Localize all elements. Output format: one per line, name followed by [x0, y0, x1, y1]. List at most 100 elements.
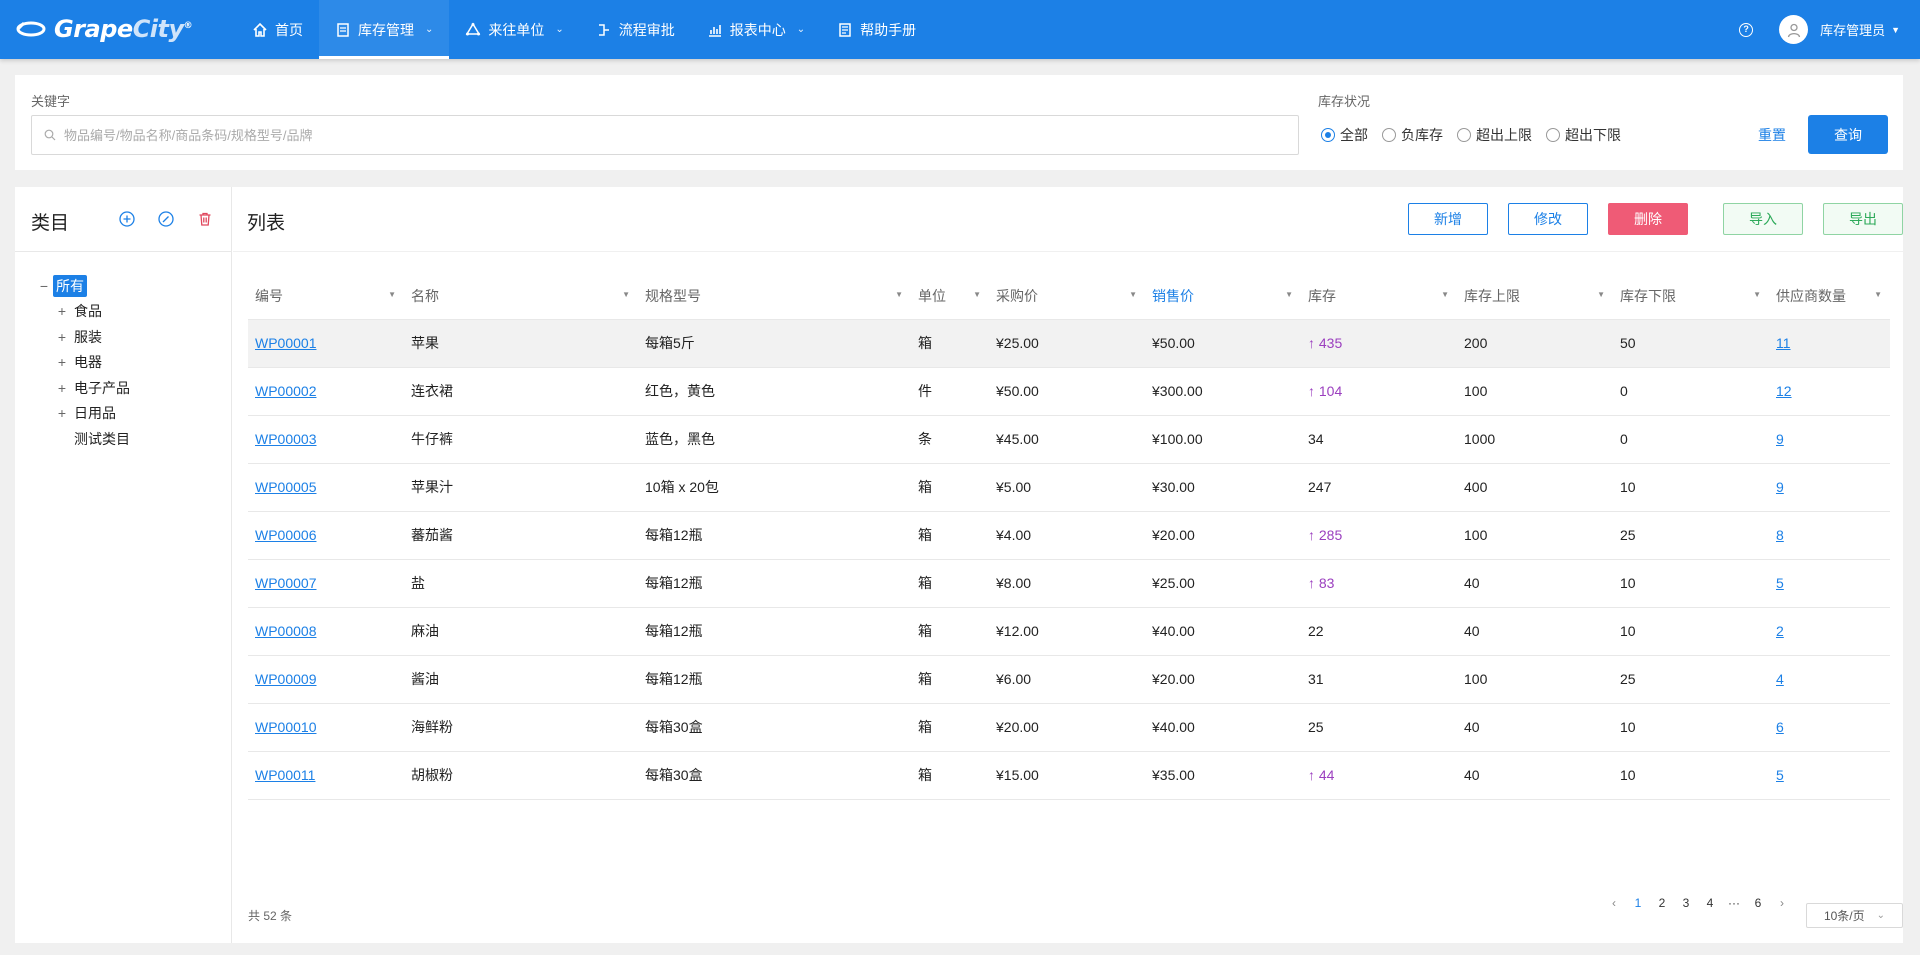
supplier-count-link[interactable]: 9: [1776, 479, 1784, 495]
page-size-select[interactable]: 10条/页 ⌄: [1806, 903, 1903, 928]
table-row[interactable]: WP00006 蕃茄酱 每箱12瓶 箱 ¥4.00 ¥20.00 ↑ 285 100 25 8: [248, 511, 1890, 560]
expand-icon[interactable]: +: [53, 380, 71, 396]
user-menu[interactable]: 库存管理员 ▼: [1820, 20, 1900, 39]
sort-caret-icon[interactable]: ▼: [1285, 290, 1293, 299]
item-code-link[interactable]: WP00010: [255, 719, 316, 735]
expand-icon[interactable]: +: [53, 405, 71, 421]
column-header[interactable]: 名称 ▼: [404, 273, 638, 320]
page-number[interactable]: 4: [1698, 896, 1722, 910]
item-code-link[interactable]: WP00002: [255, 383, 316, 399]
add-category-button[interactable]: [117, 209, 137, 229]
avatar[interactable]: [1779, 15, 1809, 44]
item-code-link[interactable]: WP00003: [255, 431, 316, 447]
tree-node-label[interactable]: 服装: [71, 326, 105, 348]
column-header[interactable]: 编号 ▼: [248, 273, 404, 320]
query-button[interactable]: 查询: [1808, 115, 1888, 154]
tree-node-label[interactable]: 食品: [71, 300, 105, 322]
sort-caret-icon[interactable]: ▼: [895, 290, 903, 299]
tree-node-label[interactable]: 日用品: [71, 402, 119, 424]
table-row[interactable]: WP00011 胡椒粉 每箱30盒 箱 ¥15.00 ¥35.00 ↑ 44 40 10 5: [248, 751, 1890, 800]
radio-negative-stock[interactable]: 负库存: [1382, 125, 1443, 145]
nav-report[interactable]: 报表中心 ⌄: [691, 0, 821, 59]
delete-category-button[interactable]: [195, 209, 215, 229]
supplier-count-link[interactable]: 12: [1776, 383, 1792, 399]
export-button[interactable]: 导出: [1823, 203, 1903, 235]
column-header[interactable]: 供应商数量 ▼: [1769, 273, 1890, 320]
expand-icon[interactable]: +: [53, 354, 71, 370]
column-header[interactable]: 库存下限 ▼: [1613, 273, 1769, 320]
sort-caret-icon[interactable]: ▼: [622, 290, 630, 299]
radio-under-min[interactable]: 超出下限: [1546, 125, 1621, 145]
table-row[interactable]: WP00003 牛仔裤 蓝色，黑色 条 ¥45.00 ¥100.00 34 1000 0 9: [248, 415, 1890, 464]
collapse-icon[interactable]: −: [35, 278, 53, 294]
table-row[interactable]: WP00010 海鲜粉 每箱30盒 箱 ¥20.00 ¥40.00 25 40 10 6: [248, 703, 1890, 752]
search-input[interactable]: [64, 127, 1298, 143]
page-ellipsis[interactable]: ···: [1722, 896, 1746, 910]
sort-caret-icon[interactable]: ▼: [1874, 290, 1882, 299]
column-header[interactable]: 单位 ▼: [911, 273, 989, 320]
tree-node-label[interactable]: 测试类目: [71, 428, 133, 450]
tree-node-label[interactable]: 电器: [71, 351, 105, 373]
item-code-link[interactable]: WP00006: [255, 527, 316, 543]
table-row[interactable]: WP00007 盐 每箱12瓶 箱 ¥8.00 ¥25.00 ↑ 83 40 10 5: [248, 559, 1890, 608]
help-icon[interactable]: ?: [1739, 22, 1754, 37]
radio-all[interactable]: 全部: [1321, 125, 1368, 145]
nav-inventory[interactable]: 库存管理 ⌄: [319, 0, 450, 59]
supplier-count-link[interactable]: 4: [1776, 671, 1784, 687]
reset-button[interactable]: 重置: [1758, 125, 1786, 145]
column-header[interactable]: 规格型号 ▼: [638, 273, 911, 320]
edit-button[interactable]: 修改: [1508, 203, 1588, 235]
supplier-count-link[interactable]: 5: [1776, 575, 1784, 591]
tree-node-label[interactable]: 电子产品: [71, 377, 133, 399]
next-page-icon[interactable]: ›: [1770, 896, 1794, 910]
sort-caret-icon[interactable]: ▼: [1753, 290, 1761, 299]
expand-icon[interactable]: +: [53, 303, 71, 319]
table-row[interactable]: WP00009 酱油 每箱12瓶 箱 ¥6.00 ¥20.00 31 100 25 4: [248, 655, 1890, 704]
column-header-label: 销售价: [1152, 287, 1194, 304]
page-number[interactable]: 2: [1650, 896, 1674, 910]
item-code-link[interactable]: WP00011: [255, 767, 315, 783]
item-code-link[interactable]: WP00007: [255, 575, 316, 591]
item-code-link[interactable]: WP00008: [255, 623, 316, 639]
expand-icon[interactable]: +: [53, 329, 71, 345]
nav-manual[interactable]: 帮助手册: [821, 0, 932, 59]
tree-node-label[interactable]: 所有: [53, 274, 87, 297]
column-header[interactable]: 销售价 ▼: [1145, 273, 1301, 320]
grapecity-logo[interactable]: GrapeCity®: [16, 15, 193, 43]
add-button[interactable]: 新增: [1408, 203, 1488, 235]
supplier-count-link[interactable]: 9: [1776, 431, 1784, 447]
import-button[interactable]: 导入: [1723, 203, 1803, 235]
nav-home[interactable]: 首页: [236, 0, 319, 59]
supplier-count-link[interactable]: 5: [1776, 767, 1784, 783]
item-code-link[interactable]: WP00001: [255, 335, 316, 351]
home-icon: [253, 22, 267, 37]
supplier-count-link[interactable]: 11: [1776, 335, 1791, 351]
supplier-count-link[interactable]: 2: [1776, 623, 1784, 639]
item-code-link[interactable]: WP00009: [255, 671, 316, 687]
page-number[interactable]: 1: [1626, 896, 1650, 910]
column-header[interactable]: 采购价 ▼: [989, 273, 1145, 320]
item-code-link[interactable]: WP00005: [255, 479, 316, 495]
column-header[interactable]: 库存上限 ▼: [1457, 273, 1613, 320]
sort-caret-icon[interactable]: ▼: [1441, 290, 1449, 299]
sort-caret-icon[interactable]: ▼: [973, 290, 981, 299]
nav-partners[interactable]: 来往单位 ⌄: [449, 0, 579, 59]
table-row[interactable]: WP00002 连衣裙 红色，黄色 件 ¥50.00 ¥300.00 ↑ 104 100 0 12: [248, 367, 1890, 416]
edit-category-button[interactable]: [156, 209, 176, 229]
sort-caret-icon[interactable]: ▼: [388, 290, 396, 299]
sort-caret-icon[interactable]: ▼: [1129, 290, 1137, 299]
column-header[interactable]: 库存 ▼: [1301, 273, 1457, 320]
prev-page-icon[interactable]: ‹: [1602, 896, 1626, 910]
table-row[interactable]: WP00005 苹果汁 10箱 x 20包 箱 ¥5.00 ¥30.00 247 400 10 9: [248, 463, 1890, 512]
radio-over-max[interactable]: 超出上限: [1457, 125, 1532, 145]
supplier-count-link[interactable]: 6: [1776, 719, 1784, 735]
supplier-count-link[interactable]: 8: [1776, 527, 1784, 543]
search-box[interactable]: [31, 115, 1299, 155]
table-row[interactable]: WP00001 苹果 每箱5斤 箱 ¥25.00 ¥50.00 ↑ 435 200 50 11: [248, 319, 1890, 368]
sort-caret-icon[interactable]: ▼: [1597, 290, 1605, 299]
page-number[interactable]: 3: [1674, 896, 1698, 910]
table-row[interactable]: WP00008 麻油 每箱12瓶 箱 ¥12.00 ¥40.00 22 40 10 2: [248, 607, 1890, 656]
nav-workflow[interactable]: 流程审批: [580, 0, 691, 59]
page-number[interactable]: 6: [1746, 896, 1770, 910]
delete-button[interactable]: 删除: [1608, 203, 1688, 235]
